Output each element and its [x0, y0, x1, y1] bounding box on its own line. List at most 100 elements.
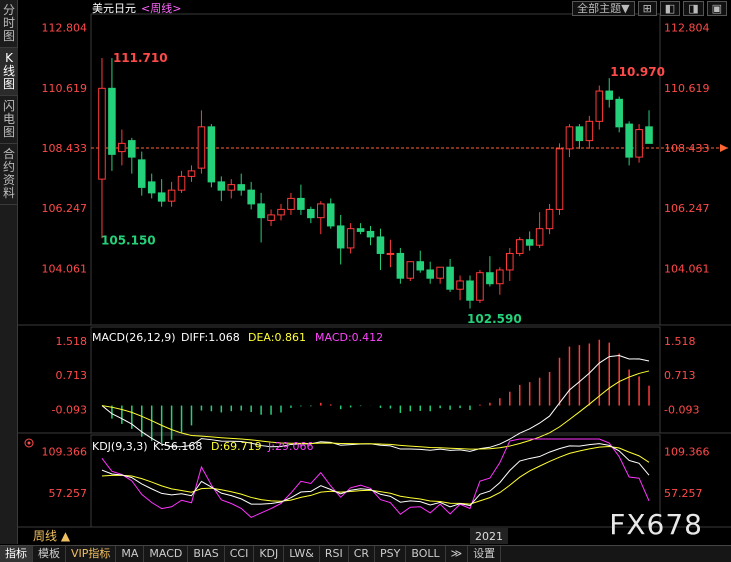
tab-bias[interactable]: BIAS	[188, 546, 225, 562]
candle-up	[346, 228, 355, 249]
kdj-header: KDJ(9,3,3)	[92, 440, 148, 453]
maximize-icon[interactable]: ▣	[706, 1, 727, 16]
candle-up	[287, 197, 295, 210]
candle-up	[505, 252, 514, 271]
tab-lw[interactable]: LW&	[284, 546, 320, 562]
macd-ytick-right: 0.713	[664, 369, 696, 382]
candle-down	[615, 98, 623, 128]
split-right-icon[interactable]: ◨	[683, 1, 704, 16]
period-selector[interactable]: 周线 ▲	[19, 528, 70, 544]
candle-up	[595, 90, 604, 122]
kdj-k-line	[101, 443, 650, 508]
candle-up	[118, 142, 126, 153]
tab-settings[interactable]: 设置	[468, 546, 502, 562]
tab-templates[interactable]: 模板	[33, 546, 66, 562]
macd-ytick-right: 1.518	[664, 335, 696, 348]
kdj-ytick-left: 57.257	[49, 487, 88, 500]
main-ytick-left: 108.433	[42, 142, 88, 155]
candle-down	[525, 239, 534, 246]
trading-chart-window: 分时图 K线图 闪电图 合约资料 112.804 112.804 110.619 11…	[0, 0, 731, 562]
main-ytick-right: 104.061	[664, 262, 710, 275]
candle-up	[227, 184, 236, 191]
fx678-watermark: FX678	[609, 508, 703, 541]
xaxis-year-label: 2021	[475, 530, 503, 543]
candle-down	[575, 126, 584, 142]
main-ytick-left: 110.619	[42, 82, 88, 95]
candle-up	[98, 87, 106, 180]
tab-boll[interactable]: BOLL	[406, 546, 446, 562]
kdj-ytick-right: 57.257	[664, 487, 703, 500]
candle-up	[436, 266, 444, 279]
main-ytick-right: 106.247	[664, 202, 710, 215]
candle-up	[476, 272, 484, 301]
candle-down	[257, 203, 265, 219]
more-tabs-icon[interactable]: ≫	[446, 546, 469, 562]
candle-down	[108, 87, 116, 155]
candle-up	[515, 239, 524, 254]
candle-down	[336, 225, 345, 249]
candle-down	[157, 192, 166, 202]
chart-period: <周线>	[141, 1, 181, 15]
macd-ytick-right: -0.093	[664, 404, 699, 417]
candle-down	[247, 189, 255, 205]
tab-cr[interactable]: CR	[349, 546, 376, 562]
macd-diff: DIFF:1.068	[181, 331, 240, 344]
candle-up	[635, 129, 643, 158]
macd-value: MACD:0.412	[315, 331, 383, 344]
candle-up	[167, 189, 176, 202]
layout-grid-icon[interactable]: ⊞	[637, 1, 657, 16]
kdj-ytick-right: 109.366	[664, 446, 710, 459]
main-ytick-right: 112.804	[664, 22, 710, 35]
chart-canvas[interactable]: 112.804 112.804110.619 110.619108.433 108.4…	[0, 0, 731, 545]
candle-up	[406, 261, 415, 279]
candle-up	[386, 252, 395, 255]
top-controls: 全部主题▼ ⊞ ◧ ◨ ▣	[572, 1, 727, 16]
theme-selector[interactable]: 全部主题▼	[572, 1, 635, 16]
candle-up	[565, 126, 574, 150]
candle-up	[267, 214, 275, 221]
candle-up	[555, 148, 564, 210]
macd-dea-line	[101, 370, 650, 450]
kdj-d: D:69.719	[211, 440, 262, 453]
candle-down	[446, 266, 454, 290]
candle-up	[535, 228, 544, 246]
main-ytick-left: 106.247	[42, 202, 88, 215]
low-annotation-mid: 102.590	[467, 312, 522, 326]
macd-dea: DEA:0.861	[248, 331, 306, 344]
indicator-toolbar: 指标 模板 VIP指标 MA MACD BIAS CCI KDJ LW& RSI…	[0, 545, 731, 562]
split-left-icon[interactable]: ◧	[659, 1, 681, 16]
candle-down	[625, 123, 633, 158]
candle-down	[326, 203, 335, 227]
candle-up	[496, 269, 504, 285]
candle-down	[356, 228, 365, 232]
candle-up	[187, 170, 196, 177]
candle-down	[207, 126, 216, 183]
candle-up	[177, 175, 186, 191]
candle-down	[297, 197, 305, 210]
tab-cci[interactable]: CCI	[225, 546, 255, 562]
kdj-settings-dot-icon	[27, 441, 31, 445]
main-ytick-left: 112.804	[42, 22, 88, 35]
current-price-marker-icon	[720, 143, 728, 152]
high-annotation-right: 110.970	[610, 65, 665, 79]
candle-down	[466, 280, 474, 301]
candle-down	[645, 126, 653, 144]
tab-rsi[interactable]: RSI	[320, 546, 349, 562]
candle-down	[307, 208, 315, 219]
candle-down	[426, 269, 434, 279]
tab-psy[interactable]: PSY	[375, 546, 407, 562]
tab-macd[interactable]: MACD	[144, 546, 189, 562]
kdj-j: J:29.066	[267, 440, 313, 453]
macd-ytick-left: 1.518	[56, 335, 88, 348]
candle-up	[456, 280, 464, 290]
candle-up	[585, 120, 594, 142]
tab-vip-indicators[interactable]: VIP指标	[66, 546, 117, 562]
tab-ma[interactable]: MA	[116, 546, 145, 562]
candle-down	[366, 230, 375, 238]
candle-down	[486, 272, 494, 285]
tab-indicators[interactable]: 指标	[0, 546, 33, 562]
main-ytick-right: 110.619	[664, 82, 710, 95]
chart-title: 美元日元	[92, 2, 136, 15]
tab-kdj[interactable]: KDJ	[254, 546, 285, 562]
macd-diff-line	[101, 355, 650, 452]
